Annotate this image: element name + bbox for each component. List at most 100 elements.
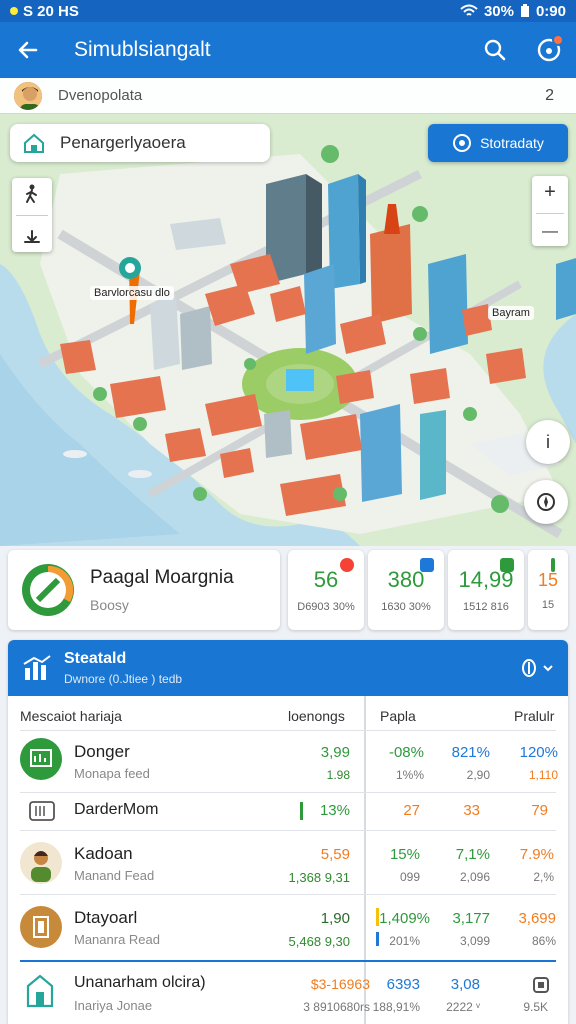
stat-subtext: D6903 30% [297, 601, 355, 613]
row-divider [20, 894, 556, 895]
stat-subtext: 1512 816 [463, 601, 509, 613]
profile-card[interactable]: Paagal Moargnia Boosy [8, 550, 280, 630]
battery-icon [520, 4, 529, 17]
chevron-down-icon [543, 665, 553, 672]
user-strip[interactable]: Dvenopolata 2 [0, 78, 576, 114]
stat-subtext: 1630 30% [381, 601, 431, 613]
zoom-out-button[interactable]: — [542, 223, 558, 241]
status-signal-text: 30% [483, 2, 514, 20]
search-button[interactable] [468, 22, 522, 78]
app-title: Simublsiangalt [74, 38, 211, 61]
row-col3: 3,699 [518, 910, 556, 927]
user-name: Dvenopolata [58, 87, 143, 104]
info-icon: i [546, 431, 550, 452]
row-subtitle: Inariya Jonae [74, 998, 153, 1013]
row-col3-sub: 9.5K [523, 1000, 548, 1014]
person-icon [20, 842, 62, 884]
row-title: DarderMom [74, 801, 159, 818]
bar-badge-icon [551, 558, 555, 572]
stats-panel: Steatald Dwnore (0.Jtiee ) tedb Mescaiot… [8, 640, 568, 1024]
column-header-left[interactable]: loenongs [288, 708, 345, 724]
bar-chart-icon [23, 655, 51, 680]
notification-button[interactable] [522, 22, 576, 78]
control-divider [16, 215, 48, 217]
panel-header: Steatald Dwnore (0.Jtiee ) tedb [8, 640, 568, 696]
stat-subtext: 15 [541, 598, 555, 611]
wallet-icon [26, 800, 58, 822]
column-header-name[interactable]: Mescaiot hariaja [20, 708, 122, 724]
map-district-label[interactable]: Bayram [488, 306, 534, 320]
stat-value: 15 [537, 569, 559, 590]
person-avatar-icon [14, 81, 42, 110]
building-icon [22, 972, 58, 1010]
table-row[interactable]: Dtayoarl Mananra Read 1,90 5,468 9,30 1,… [8, 894, 568, 960]
zoom-controls: + — [532, 176, 568, 246]
city-map[interactable] [0, 114, 576, 546]
row-divider [20, 792, 556, 793]
tilt-icon[interactable] [22, 228, 42, 246]
profile-subtitle: Boosy [90, 597, 129, 613]
profile-title: Paagal Moargnia [90, 567, 234, 588]
notification-dot-icon [10, 7, 18, 15]
stats-row: Paagal Moargnia Boosy 56 D6903 30% 380 1… [0, 550, 576, 632]
progress-ring-icon [20, 562, 76, 618]
stat-card-1[interactable]: 56 D6903 30% [288, 550, 364, 630]
locate-button[interactable] [524, 480, 568, 524]
avatar[interactable] [12, 79, 44, 112]
row-divider [20, 960, 556, 962]
panel-title: Steatald [64, 650, 127, 667]
panel-subtitle: Dwnore (0.Jtiee ) tedb [64, 672, 183, 686]
chat-badge-icon [420, 558, 434, 572]
stat-card-3[interactable]: 14,99 1512 816 [448, 550, 524, 630]
wifi-icon [460, 4, 478, 16]
search-text: Penargerlyaoera [60, 133, 186, 152]
row-col3-sub: 86% [531, 934, 556, 948]
panel-toggle-button[interactable] [520, 657, 554, 679]
table-row[interactable]: Kadoan Manand Fead 5,59 1,368 9,31 15% 0… [8, 830, 568, 894]
chart-box-icon [20, 738, 62, 780]
table-row[interactable]: Unanarham olcira) Inariya Jonae $3-16963… [8, 960, 568, 1024]
status-battery: 0:90 [535, 2, 566, 20]
arrow-left-icon [18, 41, 38, 59]
row-divider [20, 730, 556, 731]
stat-value: 380 [387, 567, 425, 592]
map-search-chip[interactable]: Penargerlyaoera [10, 124, 270, 162]
map-illustration [0, 114, 576, 546]
cup-icon[interactable] [530, 974, 552, 996]
row-col3-sub: 1,110 [528, 768, 558, 782]
row-col3: 7.9% [519, 846, 554, 863]
toggle-icon [522, 659, 536, 677]
notification-badge [552, 34, 564, 46]
row-subtitle: Monapa feed [74, 766, 150, 781]
zoom-in-button[interactable]: + [544, 181, 556, 204]
row-title: Dtayoarl [74, 908, 138, 927]
stat-value: 56 [313, 567, 339, 592]
home-icon [24, 133, 44, 153]
map-action-button[interactable]: Stotradaty [428, 124, 568, 162]
table-row[interactable]: Donger Monapa feed 3,99 1.98 -08% 1%% 82… [8, 730, 568, 792]
column-header-mid[interactable]: Papla [380, 708, 416, 724]
stat-card-2[interactable]: 380 1630 30% [368, 550, 444, 630]
column-header-right[interactable]: Pralulr [514, 708, 554, 724]
stat-card-4[interactable]: 15 15 [528, 550, 568, 630]
card-badge-icon [500, 558, 514, 572]
row-title: Unanarham olcira) [74, 974, 206, 991]
map-mode-controls [12, 178, 52, 252]
compass-icon [537, 493, 555, 511]
row-value: 1,90 [320, 910, 350, 927]
user-count: 2 [545, 86, 554, 104]
app-bar: Simublsiangalt [0, 22, 576, 78]
row-col3: 79 [531, 802, 548, 819]
map-landmark-label[interactable]: Barvlorcasu dlo [90, 286, 174, 300]
row-col2: 3,08 [450, 976, 480, 993]
back-button[interactable] [0, 22, 56, 78]
row-subtitle: Mananra Read [74, 932, 160, 947]
status-bar: S 20 HS 30% 0:90 [0, 0, 576, 22]
document-icon [20, 906, 62, 948]
map-action-label: Stotradaty [480, 135, 544, 151]
layers-icon [453, 134, 472, 152]
table-row[interactable]: DarderMom 13% 27 33 79 [8, 792, 568, 830]
info-button[interactable]: i [526, 420, 570, 464]
walk-icon[interactable] [23, 184, 41, 204]
status-time: S 20 HS [23, 2, 79, 20]
